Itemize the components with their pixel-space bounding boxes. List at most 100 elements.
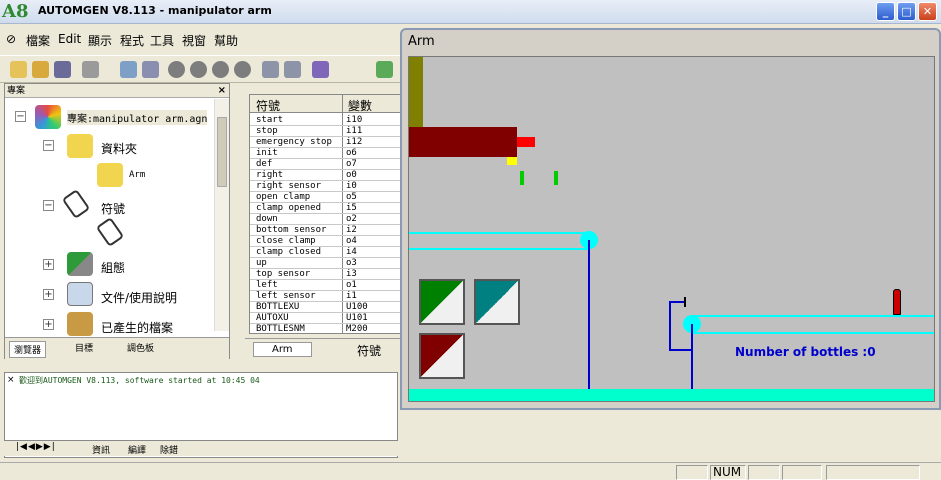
table-row[interactable]: top sensor i3 [250,269,400,280]
maximize-button[interactable]: □ [897,2,916,21]
vertical-scrollbar[interactable] [214,99,229,331]
scroll-thumb[interactable] [217,117,227,187]
step-icon[interactable] [234,61,251,78]
symbol-name: close clamp [256,236,316,246]
sensor-left [520,171,524,185]
status-panel [676,465,708,480]
table-row[interactable]: up o3 [250,258,400,269]
tab-info[interactable]: 資訊 [92,443,110,456]
message-panel-close[interactable]: × [7,375,15,385]
compile-icon[interactable] [120,61,137,78]
app-logo: A8 [2,1,29,22]
tab-browser[interactable]: 瀏覽器 [9,341,47,358]
disconnect-icon[interactable] [284,61,301,78]
table-row[interactable]: left o1 [250,280,400,291]
table-row[interactable]: init o6 [250,148,400,159]
open-icon[interactable] [32,61,49,78]
pusher-marker [684,297,686,307]
printer-icon [67,282,93,306]
grid-icon[interactable] [312,61,329,78]
pause-icon[interactable] [190,61,207,78]
minimize-button[interactable]: _ [876,2,895,21]
menu-view[interactable]: 顯示 [88,32,112,49]
table-row[interactable]: bottom sensor i2 [250,225,400,236]
tree-item-arm[interactable]: Arm [129,170,145,180]
symbol-name: AUTOXU [256,313,289,323]
symbol-variable: o0 [346,170,357,180]
menu-help[interactable]: 幫助 [214,32,238,49]
table-row[interactable]: def o7 [250,159,400,170]
expand-toggle[interactable]: + [43,289,54,300]
tree-item-symbols[interactable]: 符號 [101,200,125,217]
menu-program[interactable]: 程式 [120,32,144,49]
expand-toggle[interactable]: + [43,259,54,270]
menu-pin-icon[interactable]: ⊘ [6,32,16,46]
tool-icon[interactable] [376,61,393,78]
tree-item-project[interactable]: 專案:manipulator arm.agn [67,110,208,125]
tab-debug[interactable]: 除錯 [160,443,178,456]
symbol-name: left [256,280,278,290]
tab-compile[interactable]: 編譯 [128,443,146,456]
table-row[interactable]: clamp closed i4 [250,247,400,258]
symbol-name: BOTTLESNM [256,324,305,334]
column-header-variable[interactable]: 變數 [348,97,372,114]
symbol-variable: i0 [346,181,357,191]
tab-arm[interactable]: Arm [253,342,312,357]
symbol-variable: i1 [346,291,357,301]
table-row[interactable]: right sensor i0 [250,181,400,192]
column-header-symbol[interactable]: 符號 [256,97,280,114]
tab-symbols[interactable]: 符號 [357,342,381,359]
table-row[interactable]: start i10 [250,115,400,126]
status-panel [748,465,780,480]
menu-tools[interactable]: 工具 [150,32,174,49]
table-row[interactable]: BOTTLESNM M200 [250,324,400,334]
table-row[interactable]: open clamp o5 [250,192,400,203]
symbol-table-tag-icon[interactable] [95,217,125,247]
table-row[interactable]: down o2 [250,214,400,225]
close-button[interactable]: ✕ [918,2,937,21]
project-panel-close-button[interactable]: × [218,84,226,98]
status-bar: NUM [0,462,941,480]
menu-window[interactable]: 視窗 [182,32,206,49]
tree-item-docs[interactable]: 文件/使用說明 [101,289,177,306]
symbol-name: right sensor [256,181,322,191]
collapse-toggle[interactable]: − [43,200,54,211]
tree-item-generated[interactable]: 已產生的檔案 [101,319,173,336]
tree-item-config[interactable]: 組態 [101,259,125,276]
table-row[interactable]: close clamp o4 [250,236,400,247]
tab-nav-arrows[interactable]: |◀◀▶▶| [16,442,56,452]
stop-button[interactable] [419,333,465,379]
play-icon[interactable] [168,61,185,78]
new-icon[interactable] [10,61,27,78]
print-icon[interactable] [82,61,99,78]
expand-toggle[interactable]: + [43,319,54,330]
stop-icon[interactable] [212,61,229,78]
symbol-name: right [256,170,284,180]
go-icon[interactable] [142,61,159,78]
table-row[interactable]: emergency stop i12 [250,137,400,148]
conveyor-left-stand [588,240,590,390]
init-button[interactable] [474,279,520,325]
symbol-variable: U100 [346,302,368,312]
menu-edit[interactable]: Edit [58,32,81,46]
table-row[interactable]: stop i11 [250,126,400,137]
table-row[interactable]: AUTOXU U101 [250,313,400,324]
table-row[interactable]: clamp opened i5 [250,203,400,214]
menu-file[interactable]: 檔案 [26,32,50,49]
collapse-toggle[interactable]: − [15,111,26,122]
symbol-table: 符號 變數 start i10 stop i11 emergency stop i12 in… [249,94,401,334]
tab-palette[interactable]: 調色板 [127,341,154,354]
tree-item-folders[interactable]: 資料夾 [101,140,137,157]
save-icon[interactable] [54,61,71,78]
table-row[interactable]: BOTTLEXU U100 [250,302,400,313]
conveyor-right-top [691,315,934,317]
collapse-toggle[interactable]: − [43,140,54,151]
start-button[interactable] [419,279,465,325]
table-row[interactable]: left sensor i1 [250,291,400,302]
tab-targets[interactable]: 目標 [75,341,93,354]
symbol-variable: o3 [346,258,357,268]
table-row[interactable]: right o0 [250,170,400,181]
symbol-variable: i2 [346,225,357,235]
message-line: 歡迎到AUTOMGEN V8.113, software started at … [19,376,260,385]
connect-icon[interactable] [262,61,279,78]
